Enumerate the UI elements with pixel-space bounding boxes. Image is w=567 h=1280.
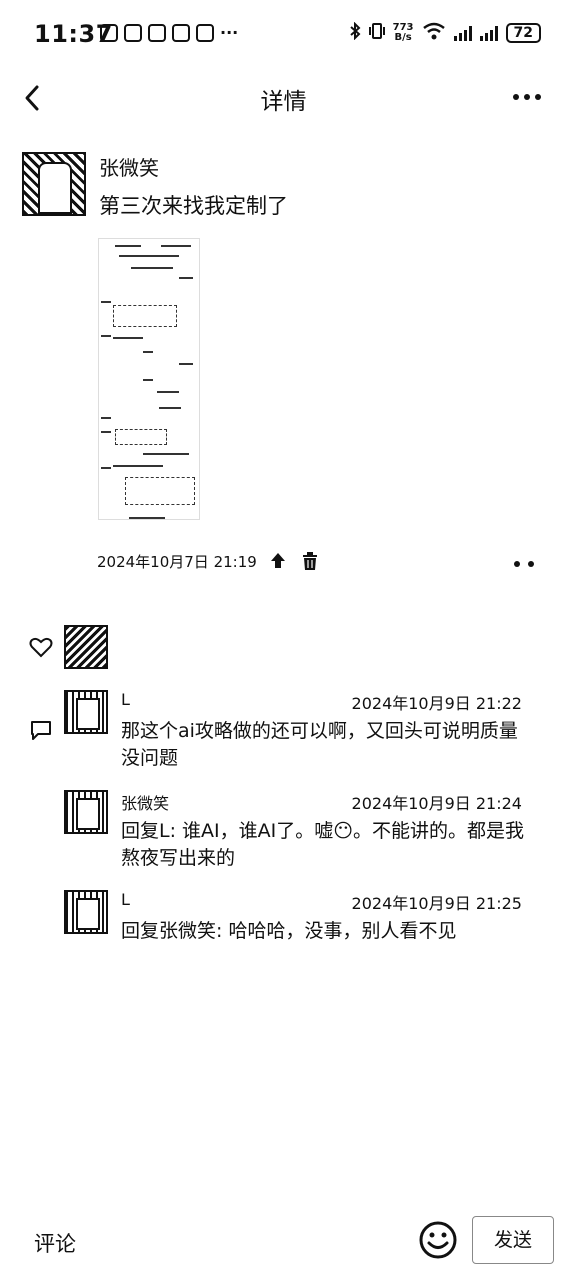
post-text: 第三次来找我定制了 [99, 194, 288, 218]
post-image-thumbnail[interactable] [98, 238, 200, 520]
trash-icon[interactable] [299, 550, 321, 572]
author-avatar[interactable] [22, 152, 86, 216]
wifi-icon [422, 22, 446, 43]
post-timestamp: 2024年10月7日 21:19 [97, 552, 257, 571]
system-indicators: 773 B/s 72 [349, 21, 541, 43]
notification-icon [124, 24, 142, 42]
notification-icon [196, 24, 214, 42]
heart-icon[interactable] [29, 636, 53, 658]
comment-item[interactable]: 张微笑 2024年10月9日 21:24 回复L: 谁AI，谁AI了。嘘😶。不能… [64, 790, 534, 870]
commenter-name[interactable]: L [121, 890, 130, 909]
commenter-avatar[interactable] [64, 690, 108, 734]
comment-text: 那这个ai攻略做的还可以啊，又回头可说明质量没问题 [121, 720, 518, 769]
more-notifications-icon: ··· [220, 23, 239, 42]
network-speed: 773 B/s [393, 22, 414, 43]
top-navigation-bar: 详情 [0, 74, 567, 122]
comment-time: 2024年10月9日 21:22 [351, 694, 522, 713]
post-author-name[interactable]: 张微笑 [99, 152, 159, 181]
signal-icon [479, 25, 498, 41]
notification-icon [172, 24, 190, 42]
signal-icon [453, 25, 472, 41]
comment-text: 回复张微笑: 哈哈哈，没事，别人看不见 [121, 920, 457, 942]
smiley-icon[interactable] [418, 1220, 458, 1260]
commenter-name[interactable]: 张微笑 [121, 790, 169, 814]
more-dots-icon[interactable] [511, 82, 543, 112]
status-bar: 11:37 ··· 773 B/s 72 [0, 0, 567, 70]
comment-input[interactable]: 评论 [34, 1228, 76, 1258]
commenter-avatar[interactable] [64, 890, 108, 934]
comment-time: 2024年10月9日 21:25 [351, 894, 522, 913]
battery-indicator: 72 [505, 22, 541, 43]
vibrate-icon [368, 22, 385, 43]
commenter-avatar[interactable] [64, 790, 108, 834]
comment-input-bar: 评论 发送 [0, 1212, 567, 1272]
comment-text: 回复L: 谁AI，谁AI了。嘘😶。不能讲的。都是我熬夜写出来的 [121, 820, 525, 869]
comment-time: 2024年10月9日 21:24 [351, 794, 522, 813]
commenter-name[interactable]: L [121, 690, 130, 709]
network-speed-unit: B/s [394, 31, 412, 43]
upload-icon[interactable] [267, 550, 289, 572]
post-more-options-icon[interactable] [511, 556, 537, 570]
bluetooth-icon [349, 21, 361, 43]
notification-icon [100, 24, 118, 42]
notification-icons: ··· [100, 24, 238, 42]
notification-icon [148, 24, 166, 42]
post-meta: 2024年10月7日 21:19 [97, 550, 321, 572]
comment-item[interactable]: L 2024年10月9日 21:22 那这个ai攻略做的还可以啊，又回头可说明质… [64, 690, 534, 770]
comment-bubble-icon[interactable] [29, 719, 53, 741]
page-title: 详情 [260, 89, 307, 115]
comment-item[interactable]: L 2024年10月9日 21:25 回复张微笑: 哈哈哈，没事，别人看不见 [64, 890, 534, 950]
liker-avatar[interactable] [64, 625, 108, 669]
send-button[interactable]: 发送 [472, 1216, 554, 1264]
